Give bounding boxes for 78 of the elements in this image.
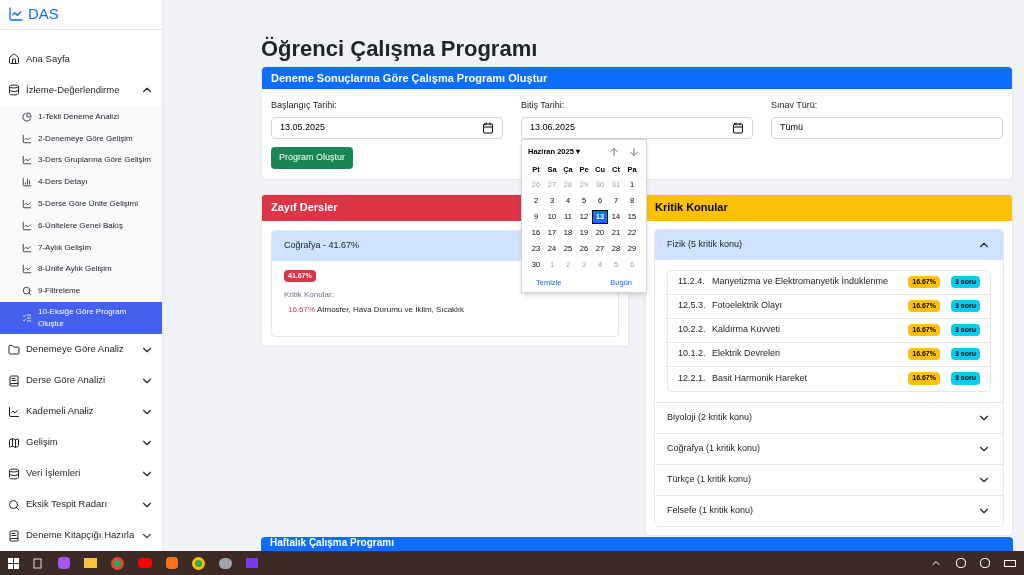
- database-icon: [8, 467, 20, 480]
- browser-icon[interactable]: [111, 556, 124, 570]
- topic-code: 12.2.1.: [678, 371, 707, 385]
- line-chart-icon: [22, 264, 32, 275]
- paint-icon[interactable]: [219, 557, 232, 569]
- battery-icon[interactable]: [1004, 559, 1016, 567]
- map-icon: [8, 436, 20, 449]
- database-icon: [8, 84, 20, 97]
- book-icon: [8, 529, 20, 542]
- submenu-item[interactable]: 4-Ders Detayı: [0, 171, 162, 193]
- topic-name: Kaldırma Kuvveti: [712, 323, 782, 337]
- nav-item[interactable]: Veri İşlemleri: [0, 458, 162, 489]
- submenu-item[interactable]: 5-Derse Göre Ünite Gelişimi: [0, 193, 162, 215]
- nav-item[interactable]: Ana Sayfa: [0, 43, 162, 75]
- nav-item[interactable]: Deneme Kitapçığı Hazırla: [0, 520, 162, 551]
- topic-text: 16.67% Atmosfer, Hava Durumu ve İklim, Sıcaklık: [287, 304, 465, 316]
- windows-icon[interactable]: [8, 557, 19, 569]
- topic-code: 12.5.3.: [678, 299, 707, 313]
- nav-item[interactable]: Gelişim: [0, 427, 162, 458]
- pie-chart-icon: [22, 111, 32, 122]
- create-program-button[interactable]: Program Oluştur: [271, 146, 354, 169]
- task-view-icon[interactable]: [33, 557, 44, 569]
- date-field[interactable]: 13.05.2025: [271, 116, 503, 139]
- topic-name: Manyetizma ve Elektromanyetik İndüklenme: [712, 275, 890, 289]
- submenu-item[interactable]: 7-Aylık Gelişim: [0, 236, 162, 259]
- line-chart-icon: [22, 242, 32, 253]
- tray-icon[interactable]: [980, 558, 990, 568]
- nav-item[interactable]: Derse Göre Analizi: [0, 365, 162, 396]
- field-label: Başlangıç Tarihi:: [271, 99, 338, 112]
- book-icon: [8, 374, 20, 387]
- page-title: Öğrenci Çalışma Programı: [261, 35, 539, 63]
- line-chart-icon: [22, 198, 32, 209]
- topic-code: 10.2.2.: [678, 323, 707, 337]
- topic-code: 10.1.2.: [678, 347, 707, 361]
- submenu-item[interactable]: 6-Ünitelere Genel Bakış: [0, 214, 162, 237]
- logo-icon: [8, 6, 24, 23]
- nav-item[interactable]: Kademeli Analiz: [0, 396, 162, 427]
- accordion-header[interactable]: Fizik (5 kritik konu): [655, 229, 1003, 260]
- arrow-down-icon[interactable]: [628, 145, 640, 158]
- folder-icon: [8, 343, 20, 356]
- home-icon: [8, 53, 20, 66]
- browser-icon[interactable]: [192, 556, 205, 570]
- submenu-item[interactable]: 8-Ünite Aylık Gelişim: [0, 258, 162, 281]
- tray-icon[interactable]: [956, 558, 966, 568]
- topic-code: 11.2.4.: [678, 275, 706, 289]
- card-header: Deneme Sonuçlarına Göre Çalışma Programı Oluştur: [262, 67, 1012, 89]
- topic-name: Basit Harmonik Hareket: [712, 371, 809, 385]
- submenu-item[interactable]: 3-Ders Gruplarına Göre Gelişim: [0, 149, 162, 172]
- line-chart-icon: [22, 155, 32, 166]
- date-field[interactable]: 13.06.2025: [521, 116, 753, 139]
- list-icon: [22, 313, 32, 323]
- app-icon[interactable]: [58, 557, 70, 569]
- submenu-item[interactable]: 9-Filtreleme: [0, 280, 162, 302]
- nav-item[interactable]: Denemeye Göre Analiz: [0, 334, 162, 365]
- app-icon[interactable]: [166, 557, 178, 569]
- date-field[interactable]: Tümü: [771, 116, 1003, 139]
- search-icon: [8, 498, 20, 511]
- topic-name: Elektrik Devreleri: [712, 347, 781, 361]
- topics-label: Kritik Konular:: [284, 289, 334, 301]
- brand-name[interactable]: DAS: [28, 3, 59, 26]
- nav-item[interactable]: Eksik Tespit Radarı: [0, 489, 162, 520]
- submenu-item[interactable]: 1-Tekli Deneme Analizi: [0, 105, 162, 128]
- line-chart-icon: [22, 133, 32, 144]
- submenu-item[interactable]: 10-Eksiğe Göre Program Oluştur: [0, 302, 162, 334]
- submenu-item[interactable]: 2-Denemeye Göre Gelişim: [0, 127, 162, 150]
- field-label: Sınav Türü:: [771, 99, 819, 112]
- line-chart-icon: [22, 220, 32, 231]
- card-header: Kritik Konular: [646, 194, 1012, 221]
- field-label: Bitiş Tarihi:: [521, 99, 566, 112]
- calendar-icon: [732, 121, 744, 134]
- bar-chart-icon: [22, 177, 32, 188]
- card-header: Haftalık Çalışma Programı: [261, 537, 1013, 551]
- search-icon: [22, 286, 32, 297]
- topic-name: Fotoelektrik Olayı: [712, 299, 784, 313]
- line-chart-icon: [8, 405, 20, 418]
- nav-item[interactable]: İzleme-Değerlendirme: [0, 74, 162, 106]
- calendar-icon: [482, 121, 494, 134]
- video-icon[interactable]: [138, 558, 152, 568]
